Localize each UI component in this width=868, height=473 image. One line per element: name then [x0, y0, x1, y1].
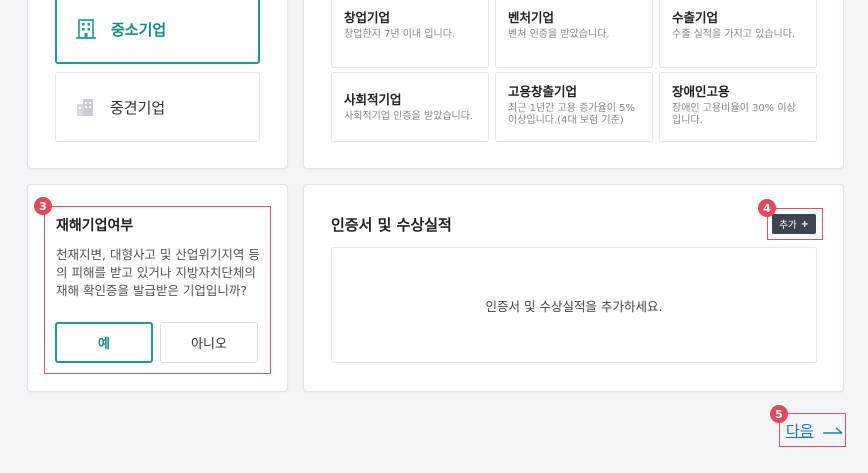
- type-card-title: 사회적기업: [344, 92, 402, 107]
- type-card-title: 수출기업: [672, 10, 719, 25]
- step-badge-5: 5: [770, 405, 788, 423]
- next-label: 다음: [786, 422, 814, 440]
- type-card-desc: 벤처 인증을 받았습니다.: [508, 29, 610, 40]
- type-card-desc: 장애인 고용비율이 30% 이상입니다.: [672, 103, 796, 126]
- type-card-title: 벤처기업: [508, 10, 555, 25]
- size-option-label: 중견기업: [110, 98, 166, 117]
- type-card-desc: 최근 1년간 고용 증가율이 5% 이상입니다.(4대 보험 기준): [508, 103, 635, 126]
- disaster-highlight-box: 재해기업여부 천재지변, 대형사고 및 산업위기지역 등의 피해를 받고 있거나…: [44, 206, 271, 374]
- disaster-title: 재해기업여부: [56, 218, 134, 234]
- type-card-job-creation[interactable]: 고용창출기업 최근 1년간 고용 증가율이 5% 이상입니다.(4대 보험 기준…: [495, 72, 653, 142]
- no-button[interactable]: 아니오: [160, 322, 258, 363]
- size-option-label: 중소기업: [111, 20, 167, 39]
- type-card-venture[interactable]: 벤처기업 벤처 인증을 받았습니다.: [495, 0, 653, 68]
- add-highlight-box: 추가 +: [767, 208, 823, 240]
- next-highlight-box: 다음: [779, 413, 846, 447]
- type-card-social[interactable]: 사회적기업 사회적기업 인증을 받았습니다.: [331, 72, 489, 142]
- step-badge-4: 4: [758, 199, 776, 217]
- yes-button[interactable]: 예: [55, 322, 153, 363]
- type-card-desc: 사회적기업 인증을 받았습니다.: [344, 111, 474, 122]
- disaster-company-panel: 재해기업여부 천재지변, 대형사고 및 산업위기지역 등의 피해를 받고 있거나…: [27, 184, 288, 392]
- company-size-panel: 중소기업 중견기업: [27, 0, 288, 169]
- type-card-title: 창업기업: [344, 10, 391, 25]
- type-card-disabled-employment[interactable]: 장애인고용 장애인 고용비율이 30% 이상입니다.: [659, 72, 817, 142]
- buildings-icon: [77, 99, 93, 116]
- building-icon: [76, 19, 96, 39]
- arrow-right-icon: [822, 426, 843, 434]
- step-badge-3: 3: [34, 197, 52, 215]
- type-card-title: 고용창출기업: [508, 84, 578, 99]
- empty-state-text: 인증서 및 수상실적을 추가하세요.: [485, 298, 663, 314]
- certificates-title: 인증서 및 수상실적: [331, 216, 452, 234]
- add-label: 추가: [779, 220, 797, 231]
- add-certificate-button[interactable]: 추가 +: [772, 214, 816, 234]
- disaster-question: 천재지변, 대형사고 및 산업위기지역 등의 피해를 받고 있거나 지방자치단체…: [56, 247, 260, 298]
- size-option-midsize[interactable]: 중견기업: [55, 72, 260, 142]
- plus-icon: +: [800, 218, 809, 230]
- type-card-startup[interactable]: 창업기업 창업한지 7년 이내 입니다.: [331, 0, 489, 68]
- company-type-panel: 창업기업 창업한지 7년 이내 입니다. 벤처기업 벤처 인증을 받았습니다. …: [303, 0, 844, 169]
- type-card-desc: 수출 실적을 가지고 있습니다.: [672, 29, 796, 40]
- next-link[interactable]: 다음: [786, 420, 844, 441]
- type-card-title: 장애인고용: [672, 84, 730, 99]
- type-card-export[interactable]: 수출기업 수출 실적을 가지고 있습니다.: [659, 0, 817, 68]
- certificates-empty-state: 인증서 및 수상실적을 추가하세요.: [331, 247, 817, 363]
- size-option-sme[interactable]: 중소기업: [55, 0, 260, 64]
- type-card-desc: 창업한지 7년 이내 입니다.: [344, 29, 456, 40]
